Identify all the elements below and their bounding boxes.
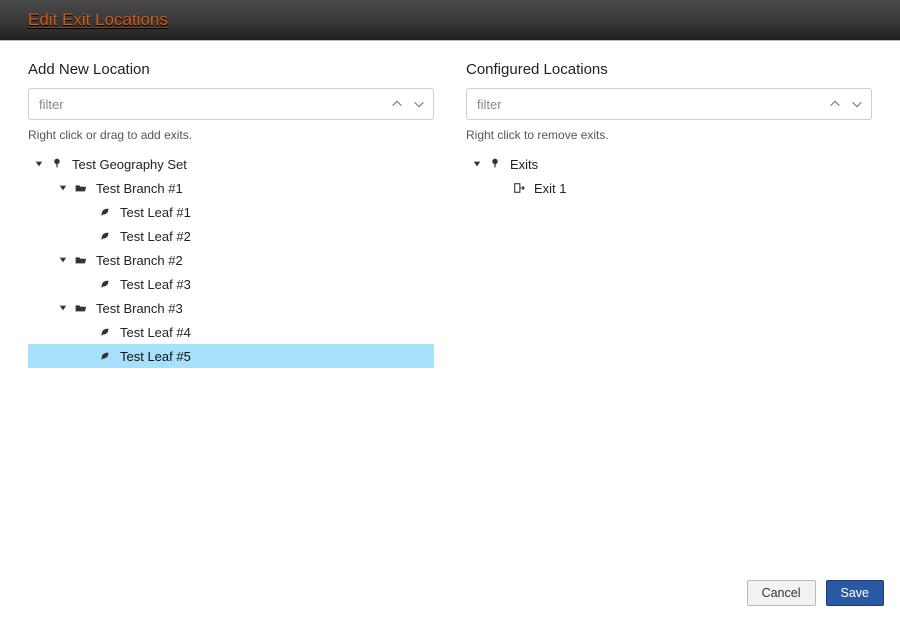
leaf-icon — [98, 277, 112, 291]
configured-filter-wrap — [466, 88, 872, 120]
tree-node-label: Test Geography Set — [72, 157, 187, 172]
configured-panel: Configured Locations Right click to remo… — [466, 61, 872, 568]
tree-branch[interactable]: Test Branch #1 — [28, 176, 434, 200]
tree-root[interactable]: Test Geography Set — [28, 152, 434, 176]
tree-node-label: Test Leaf #1 — [120, 205, 191, 220]
content-area: Add New Location Right click or drag to … — [0, 41, 900, 568]
leaf-icon — [98, 349, 112, 363]
save-button[interactable]: Save — [826, 580, 885, 606]
caret-down-icon[interactable] — [56, 253, 70, 267]
configured-filter-input[interactable] — [466, 88, 872, 120]
tree-node-label: Test Leaf #5 — [120, 349, 191, 364]
tree-root-icon — [50, 157, 64, 171]
caret-down-icon[interactable] — [32, 157, 46, 171]
configured-tree[interactable]: Exits Exit 1 — [466, 152, 872, 568]
tree-branch[interactable]: Test Branch #2 — [28, 248, 434, 272]
tree-root-icon — [488, 157, 502, 171]
add-location-title: Add New Location — [28, 61, 434, 78]
footer: Cancel Save — [0, 568, 900, 622]
tree-node-label: Test Branch #2 — [96, 253, 183, 268]
cancel-button[interactable]: Cancel — [747, 580, 816, 606]
add-hint: Right click or drag to add exits. — [28, 128, 434, 142]
titlebar: Edit Exit Locations — [0, 0, 900, 41]
tree-node-label: Test Branch #3 — [96, 301, 183, 316]
caret-blank — [80, 229, 94, 243]
tree-node-label: Test Leaf #2 — [120, 229, 191, 244]
caret-blank — [494, 181, 508, 195]
leaf-icon — [98, 229, 112, 243]
tree-leaf[interactable]: Test Leaf #3 — [28, 272, 434, 296]
configured-title: Configured Locations — [466, 61, 872, 78]
chevron-down-icon[interactable] — [848, 95, 866, 113]
exits-root[interactable]: Exits — [466, 152, 872, 176]
exit-item[interactable]: Exit 1 — [466, 176, 872, 200]
caret-blank — [80, 349, 94, 363]
caret-blank — [80, 205, 94, 219]
tree-node-label: Exit 1 — [534, 181, 567, 196]
tree-node-label: Test Leaf #3 — [120, 277, 191, 292]
tree-branch[interactable]: Test Branch #3 — [28, 296, 434, 320]
add-tree[interactable]: Test Geography Set Test Branch #1 Test Lea… — [28, 152, 434, 568]
folder-icon — [74, 181, 88, 195]
tree-leaf[interactable]: Test Leaf #2 — [28, 224, 434, 248]
tree-leaf[interactable]: Test Leaf #1 — [28, 200, 434, 224]
configured-hint: Right click to remove exits. — [466, 128, 872, 142]
tree-node-label: Exits — [510, 157, 538, 172]
leaf-icon — [98, 205, 112, 219]
caret-down-icon[interactable] — [56, 181, 70, 195]
leaf-icon — [98, 325, 112, 339]
dialog-title: Edit Exit Locations — [28, 10, 168, 30]
configured-filter-arrows — [826, 88, 866, 120]
chevron-up-icon[interactable] — [388, 95, 406, 113]
tree-leaf[interactable]: Test Leaf #4 — [28, 320, 434, 344]
caret-blank — [80, 277, 94, 291]
chevron-down-icon[interactable] — [410, 95, 428, 113]
tree-node-label: Test Branch #1 — [96, 181, 183, 196]
add-location-panel: Add New Location Right click or drag to … — [28, 61, 434, 568]
add-filter-arrows — [388, 88, 428, 120]
tree-node-label: Test Leaf #4 — [120, 325, 191, 340]
folder-icon — [74, 253, 88, 267]
caret-blank — [80, 325, 94, 339]
add-filter-wrap — [28, 88, 434, 120]
folder-icon — [74, 301, 88, 315]
caret-down-icon[interactable] — [470, 157, 484, 171]
caret-down-icon[interactable] — [56, 301, 70, 315]
add-filter-input[interactable] — [28, 88, 434, 120]
exit-icon — [512, 181, 526, 195]
chevron-up-icon[interactable] — [826, 95, 844, 113]
tree-leaf[interactable]: Test Leaf #5 — [28, 344, 434, 368]
